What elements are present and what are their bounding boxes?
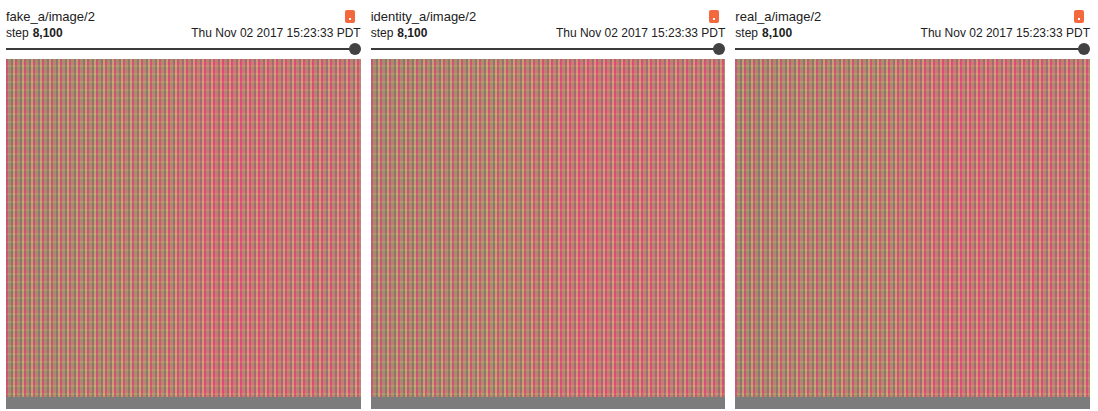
step-slider[interactable]: [6, 42, 355, 56]
step-slider[interactable]: [735, 42, 1084, 56]
image-card: real_a/image/2 step8,100 Thu Nov 02 2017 1…: [735, 6, 1090, 409]
card-header: fake_a/image/2: [6, 6, 361, 26]
step-row: step8,100 Thu Nov 02 2017 15:23:33 PDT: [6, 26, 361, 41]
image-card: fake_a/image/2 step8,100 Thu Nov 02 2017 1…: [6, 6, 361, 409]
card-title: real_a/image/2: [735, 9, 821, 24]
slider-track: [735, 48, 1084, 50]
spectrogram-image: [371, 59, 726, 409]
card-header: identity_a/image/2: [371, 6, 726, 26]
step-value: 8,100: [33, 26, 63, 40]
slider-knob[interactable]: [349, 43, 361, 55]
slider-knob[interactable]: [1078, 43, 1090, 55]
run-color-icon: [709, 10, 719, 23]
step-row: step8,100 Thu Nov 02 2017 15:23:33 PDT: [735, 26, 1090, 41]
run-color-icon: [1074, 10, 1084, 23]
spectrogram-image: [735, 59, 1090, 409]
card-title: fake_a/image/2: [6, 9, 95, 24]
timestamp: Thu Nov 02 2017 15:23:33 PDT: [556, 26, 725, 41]
image-dashboard: fake_a/image/2 step8,100 Thu Nov 02 2017 1…: [0, 0, 1098, 409]
run-color-icon: [345, 10, 355, 23]
spectrogram-image: [6, 59, 361, 409]
step-row: step8,100 Thu Nov 02 2017 15:23:33 PDT: [371, 26, 726, 41]
slider-track: [6, 48, 355, 50]
card-header: real_a/image/2: [735, 6, 1090, 26]
slider-knob[interactable]: [713, 43, 725, 55]
step-label: step8,100: [371, 26, 428, 41]
step-value: 8,100: [397, 26, 427, 40]
step-label: step8,100: [6, 26, 63, 41]
slider-track: [371, 48, 720, 50]
timestamp: Thu Nov 02 2017 15:23:33 PDT: [921, 26, 1090, 41]
step-slider[interactable]: [371, 42, 720, 56]
step-value: 8,100: [762, 26, 792, 40]
card-title: identity_a/image/2: [371, 9, 477, 24]
timestamp: Thu Nov 02 2017 15:23:33 PDT: [191, 26, 360, 41]
image-card: identity_a/image/2 step8,100 Thu Nov 02 20…: [371, 6, 726, 409]
step-label: step8,100: [735, 26, 792, 41]
